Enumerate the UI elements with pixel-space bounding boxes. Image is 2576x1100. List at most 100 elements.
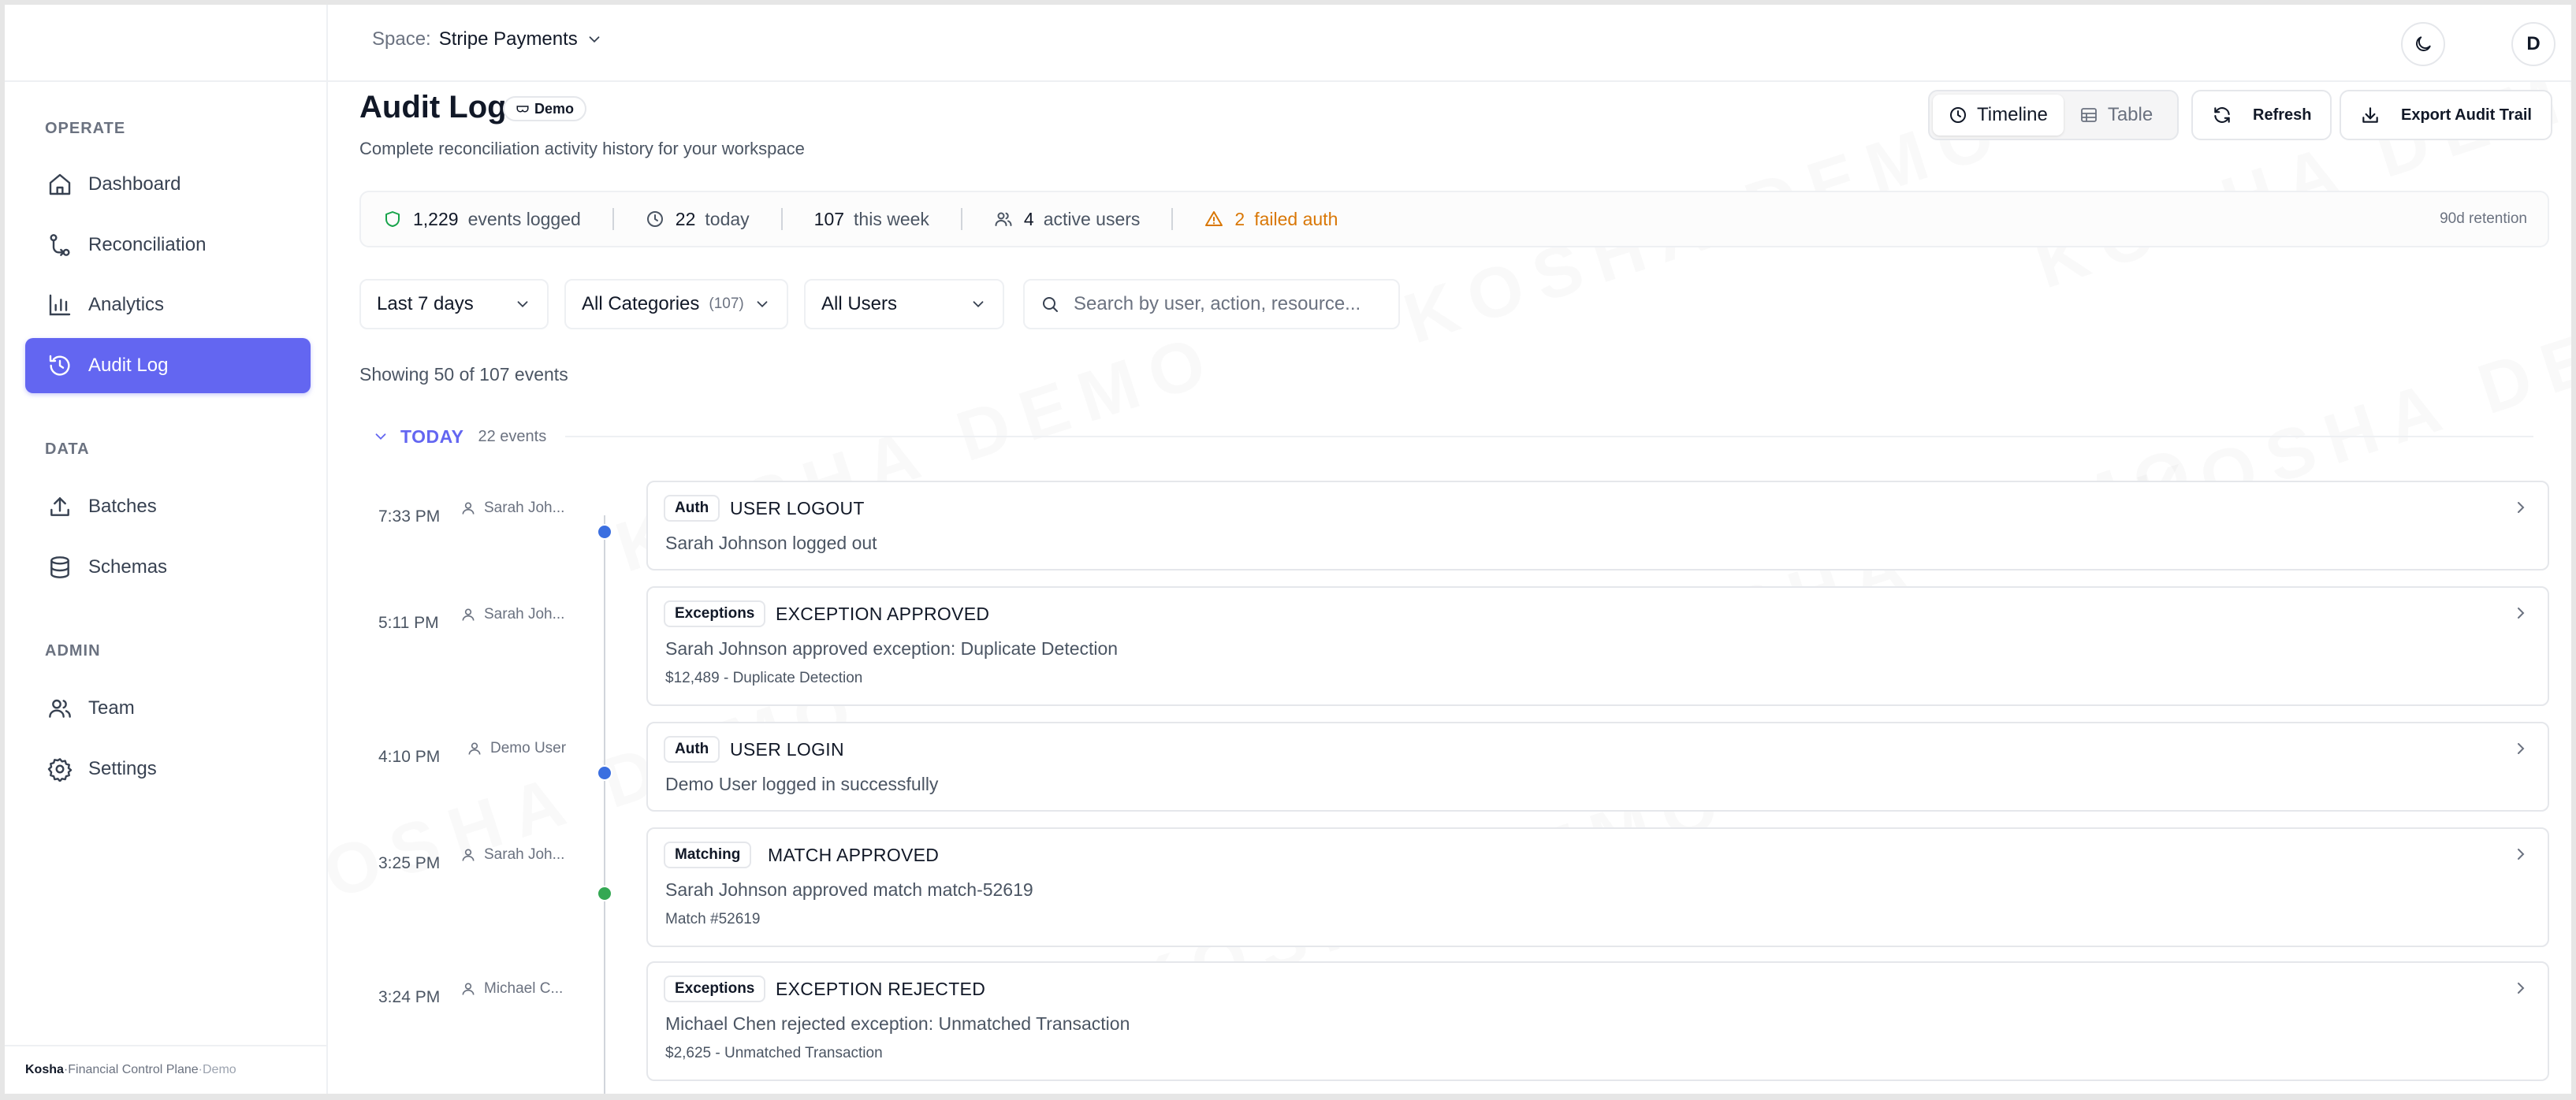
chevron-right-icon [2518, 743, 2525, 754]
event-card[interactable]: Exceptions EXCEPTION REJECTED Michael Ch… [646, 961, 2549, 1081]
user-icon [462, 608, 475, 621]
event-description: Sarah Johnson approved match match-52619 [665, 879, 1033, 900]
group-title: TODAY [400, 426, 464, 447]
sidebar-item-team[interactable]: Team [25, 681, 311, 736]
sidebar-header [5, 5, 326, 82]
page-title: Audit Log [359, 90, 507, 124]
chevron-right-icon [2518, 502, 2525, 513]
chevron-down-icon[interactable] [372, 428, 389, 445]
event-user-name: Sarah Joh... [484, 846, 565, 863]
search-icon [1043, 297, 1058, 312]
sidebar-item-label: Dashboard [88, 173, 181, 195]
chevron-down-icon [757, 301, 768, 308]
user-avatar[interactable]: D [2511, 22, 2556, 66]
refresh-button[interactable]: Refresh [2191, 90, 2332, 140]
date-range-select[interactable]: Last 7 days [359, 279, 549, 329]
stat-active-users: 4 active users [994, 209, 1140, 230]
user-icon [462, 983, 475, 995]
timeline-view-button[interactable]: Timeline [1933, 95, 2064, 136]
event-card[interactable]: Auth USER LOGOUT Sarah Johnson logged ou… [646, 481, 2549, 570]
event-user-name: Sarah Joh... [484, 500, 565, 516]
page-subtitle: Complete reconciliation activity history… [359, 139, 805, 158]
category-select[interactable]: All Categories (107) [564, 279, 788, 329]
users-select[interactable]: All Users [804, 279, 1004, 329]
sidebar-item-batches[interactable]: Batches [25, 479, 311, 534]
stats-bar: 1,229 events logged 22 today 107 this we… [359, 191, 2549, 247]
category-badge: Matching [664, 842, 752, 868]
sidebar-item-analytics[interactable]: Analytics [25, 277, 311, 333]
nav-section-admin: ADMIN [45, 642, 101, 660]
date-range-value: Last 7 days [377, 293, 474, 314]
shield-check-icon [385, 211, 400, 227]
space-name: Stripe Payments [438, 28, 578, 50]
timeline-dot [597, 524, 612, 540]
footer-tagline: Financial Control Plane [68, 1063, 199, 1076]
demo-badge: Demo [503, 96, 587, 121]
stat-value: 2 [1234, 208, 1245, 229]
event-user-name: Michael C... [484, 980, 564, 997]
divider [1171, 208, 1174, 230]
warning-icon [1205, 211, 1223, 226]
category-badge: Exceptions [664, 600, 766, 627]
app-window: OPERATE Dashboard Reconciliation Analyti… [5, 5, 2571, 1094]
stat-failed-auth: 2 failed auth [1204, 209, 1338, 230]
upload-icon [50, 497, 69, 516]
event-description: Michael Chen rejected exception: Unmatch… [665, 1013, 1130, 1034]
sidebar-item-schemas[interactable]: Schemas [25, 540, 311, 595]
space-selector[interactable]: Space: Stripe Payments [372, 28, 603, 50]
sidebar-item-label: Batches [88, 496, 157, 517]
sidebar-item-dashboard[interactable]: Dashboard [25, 157, 311, 212]
timeline-line [604, 515, 605, 1094]
search-placeholder: Search by user, action, resource... [1074, 293, 1361, 314]
event-user: Michael C... [460, 980, 563, 998]
sidebar-item-label: Analytics [88, 294, 165, 315]
search-input[interactable]: Search by user, action, resource... [1023, 279, 1400, 329]
event-meta: $2,625 - Unmatched Transaction [665, 1045, 883, 1061]
sidebar-item-label: Audit Log [88, 355, 169, 376]
space-label: Space: [372, 28, 431, 50]
retention-label: 90d retention [2440, 210, 2527, 227]
timeline-label: Timeline [1977, 104, 2048, 125]
stat-value: 1,229 [413, 208, 459, 229]
event-card[interactable]: Exceptions EXCEPTION APPROVED Sarah John… [646, 586, 2549, 706]
chevron-right-icon [2518, 983, 2525, 994]
group-count: 22 events [478, 427, 547, 445]
timeline-dot [597, 765, 612, 781]
timeline-dot [597, 886, 612, 901]
event-description: Demo User logged in successfully [665, 774, 939, 794]
main-content: KOSHA DEMO KOSHA DEMO KOSHA DEMO KOSHA D… [328, 82, 2571, 1094]
event-user-name: Demo User [490, 740, 567, 756]
sidebar-item-settings[interactable]: Settings [25, 741, 311, 797]
top-bar: Space: Stripe Payments D [328, 5, 2571, 82]
sidebar-footer: Kosha · Financial Control Plane · Demo [5, 1045, 326, 1094]
event-card[interactable]: Matching MATCH APPROVED Sarah Johnson ap… [646, 827, 2549, 947]
sidebar-item-reconciliation[interactable]: Reconciliation [25, 217, 311, 273]
event-user: Demo User [467, 740, 566, 757]
sidebar-item-label: Schemas [88, 556, 168, 578]
export-audit-trail-button[interactable]: Export Audit Trail [2340, 90, 2552, 140]
sidebar-item-label: Settings [88, 758, 157, 779]
demo-badge-label: Demo [534, 100, 575, 117]
stat-label: events logged [467, 208, 581, 229]
clock-icon [646, 211, 663, 227]
category-value: All Categories [582, 293, 700, 314]
chevron-down-icon [589, 36, 600, 43]
theme-toggle-button[interactable] [2401, 22, 2445, 66]
group-header-today: TODAY 22 events [372, 421, 2533, 452]
sidebar-item-audit-log[interactable]: Audit Log [25, 338, 311, 393]
users-icon [49, 699, 71, 718]
stat-today: 22 today [646, 209, 750, 230]
gear-icon [47, 758, 73, 782]
category-badge: Auth [664, 736, 720, 763]
refresh-icon [2214, 107, 2230, 123]
table-view-button[interactable]: Table [2064, 95, 2168, 136]
divider [612, 208, 614, 230]
category-badge: Exceptions [664, 976, 766, 1002]
user-icon [462, 849, 475, 861]
table-icon [2080, 108, 2097, 122]
event-card[interactable]: Auth USER LOGIN Demo User logged in succ… [646, 722, 2549, 812]
event-user: Sarah Joh... [460, 846, 564, 864]
event-time: 5:11 PM [378, 614, 439, 632]
user-icon [468, 742, 481, 755]
clock-icon [1950, 107, 1966, 123]
